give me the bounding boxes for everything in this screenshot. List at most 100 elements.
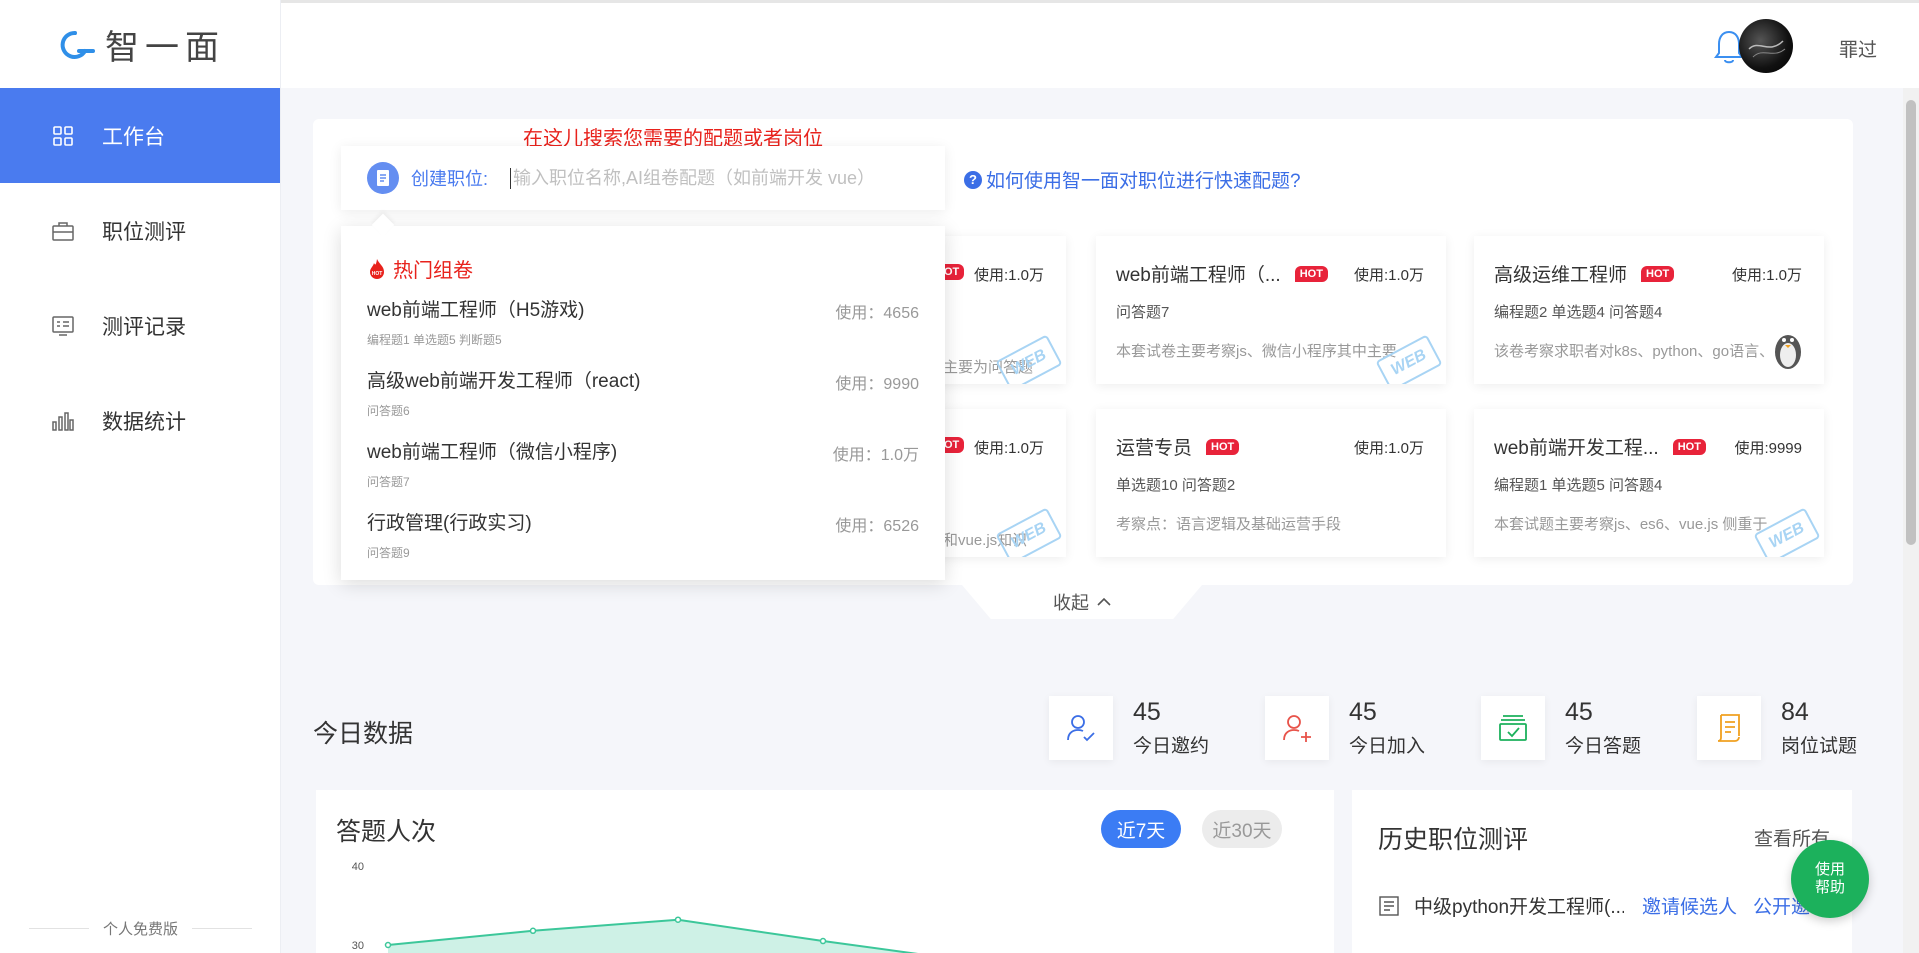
position-card[interactable]: web前端开发工程... HOT 使用:9999 编程题1 单选题5 问答题4 本…	[1474, 409, 1824, 557]
fab-line1: 使用	[1814, 861, 1845, 878]
top-bar: 罪过	[281, 0, 1919, 88]
sidebar-item-label: 数据统计	[102, 410, 186, 434]
stat-questions: 84 岗位试题	[1697, 696, 1857, 760]
dropdown-title-text: 热门组卷	[393, 260, 473, 282]
inbox-check-icon	[1481, 696, 1545, 760]
sidebar-item-label: 职位测评	[102, 220, 186, 244]
collapse-label: 收起	[1053, 593, 1089, 613]
answer-chart: 40 30	[352, 861, 919, 953]
card-counts: 编程题1 单选题5 问答题4	[1494, 477, 1663, 494]
logo-icon	[60, 30, 95, 59]
sidebar-item-label: 工作台	[102, 125, 165, 149]
dropdown-item[interactable]: web前端工程师（H5游戏) 编程题1 单选题5 判断题5 使用：4656	[367, 293, 919, 364]
hot-badge: HOT	[1672, 438, 1706, 455]
help-link-text: 如何使用智一面对职位进行快速配题?	[986, 171, 1301, 192]
sidebar-item-workbench[interactable]: 工作台	[0, 88, 280, 183]
stat-invites: 45 今日邀约	[1049, 696, 1209, 760]
invite-candidate-link[interactable]: 邀请候选人	[1642, 892, 1737, 919]
history-title: 历史职位测评	[1378, 826, 1529, 854]
dropdown-item[interactable]: web前端工程师（微信小程序) 问答题7 使用：1.0万	[367, 435, 919, 506]
stat-value: 84	[1781, 698, 1809, 726]
hot-papers-dropdown: HOT 热门组卷 web前端工程师（H5游戏) 编程题1 单选题5 判断题5 使…	[341, 226, 945, 580]
stat-label: 岗位试题	[1781, 736, 1858, 757]
help-link[interactable]: ? 如何使用智一面对职位进行快速配题?	[964, 166, 1301, 193]
dropdown-item-sub: 问答题9	[367, 546, 410, 560]
fire-icon: HOT	[370, 258, 384, 279]
question-icon: ?	[964, 170, 982, 189]
position-search-input[interactable]	[510, 167, 911, 189]
sidebar-item-label: 测评记录	[102, 315, 186, 339]
edition-text: 个人免费版	[102, 921, 178, 938]
card-title: 高级运维工程师	[1494, 265, 1628, 286]
record-icon	[52, 315, 74, 337]
sidebar-item-statistics[interactable]: 数据统计	[0, 373, 280, 468]
stat-label: 今日答题	[1565, 736, 1642, 757]
answer-count-card: 答题人次 近7天 近30天 40 30	[316, 790, 1334, 953]
document-icon	[367, 162, 399, 194]
dropdown-item[interactable]: 高级web前端开发工程师（react) 问答题6 使用：9990	[367, 364, 919, 435]
hot-badge: HOT	[1206, 438, 1240, 455]
svg-text:HOT: HOT	[372, 271, 383, 277]
scroll-icon	[1697, 696, 1761, 760]
dropdown-item-usage: 使用：4656	[835, 305, 919, 322]
user-add-icon	[1265, 696, 1329, 760]
card-usage: 使用:1.0万	[1731, 267, 1802, 284]
history-card: 历史职位测评 查看所有 中级python开发工程师(... 邀请候选人 公开邀	[1352, 790, 1852, 953]
collapse-button[interactable]: 收起	[962, 585, 1202, 619]
grid-icon	[52, 125, 74, 147]
card-counts: 单选题10 问答题2	[1116, 477, 1236, 494]
sidebar: 智一面 工作台 职位测评 测评记录 数据统计 个人免费版	[0, 0, 281, 953]
history-row: 中级python开发工程师(... 邀请候选人 公开邀	[1378, 892, 1826, 919]
card-title: web前端开发工程...	[1494, 438, 1659, 459]
hot-badge: HOT	[1294, 265, 1328, 282]
card-usage: 使用:1.0万	[1353, 267, 1424, 284]
dropdown-title: HOT 热门组卷	[367, 254, 919, 283]
dropdown-item-sub: 问答题6	[367, 404, 410, 418]
hot-badge: HOT	[1641, 265, 1675, 282]
chart-point[interactable]	[674, 916, 682, 923]
dropdown-item-sub: 编程题1 单选题5 判断题5	[367, 333, 502, 347]
logo-text: 智一面	[105, 28, 225, 67]
edition-label: 个人免费版	[0, 918, 281, 939]
document-list-icon	[1379, 895, 1399, 916]
dropdown-item-usage: 使用：6526	[835, 518, 919, 535]
dropdown-item-usage: 使用：9990	[835, 376, 919, 393]
briefcase-icon	[52, 220, 74, 242]
stat-value: 45	[1133, 698, 1161, 726]
fab-line2: 帮助	[1814, 879, 1845, 896]
y-tick-label: 40	[352, 861, 364, 873]
chart-point[interactable]	[529, 927, 537, 935]
card-desc: 本套试题主要考察js、es6、vue.js 侧重于	[1494, 516, 1768, 533]
history-position-name[interactable]: 中级python开发工程师(...	[1414, 892, 1624, 919]
position-card[interactable]: 运营专员 HOT 使用:1.0万 单选题10 问答题2 考察点：语言逻辑及基础运营…	[1096, 409, 1446, 557]
stat-label: 今日邀约	[1133, 736, 1210, 757]
logo[interactable]: 智一面	[0, 0, 280, 88]
username[interactable]: 罪过	[1839, 35, 1877, 62]
position-card[interactable]: web前端工程师（... HOT 使用:1.0万 问答题7 本套试卷主要考察js、…	[1096, 236, 1446, 384]
avatar-image	[1748, 40, 1786, 58]
dropdown-item-usage: 使用：1.0万	[832, 447, 919, 464]
scrollbar-thumb[interactable]	[1906, 100, 1916, 545]
card-usage: 使用:9999	[1734, 440, 1802, 457]
card-counts: 问答题7	[1116, 304, 1170, 321]
stat-value: 45	[1565, 698, 1593, 726]
chart-point[interactable]	[384, 941, 392, 949]
sidebar-item-eval-records[interactable]: 测评记录	[0, 278, 280, 373]
avatar[interactable]	[1739, 19, 1793, 73]
card-desc: 本套试卷主要考察js、微信小程序其中主要	[1116, 343, 1397, 360]
create-position-search: 创建职位:	[341, 146, 945, 210]
today-data-title: 今日数据	[313, 720, 414, 748]
position-card[interactable]: 高级运维工程师 HOT 使用:1.0万 编程题2 单选题4 问答题4 该卷考察求职…	[1474, 236, 1824, 384]
stat-label: 今日加入	[1349, 736, 1426, 757]
card-desc: 该卷考察求职者对k8s、python、go语言、	[1494, 343, 1775, 360]
dropdown-item[interactable]: 行政管理(行政实习) 问答题9 使用：6526	[367, 506, 919, 577]
card-counts: 编程题2 单选题4 问答题4	[1494, 304, 1663, 321]
bar-chart-icon	[52, 410, 74, 432]
dropdown-item-sub: 问答题7	[367, 475, 410, 489]
card-title: web前端工程师（...	[1116, 265, 1281, 286]
chart-point[interactable]	[819, 937, 827, 945]
chevron-up-icon	[1097, 597, 1111, 606]
y-tick-label: 30	[352, 940, 364, 952]
sidebar-item-position-eval[interactable]: 职位测评	[0, 183, 280, 278]
usage-help-button[interactable]: 使用 帮助	[1791, 840, 1869, 918]
